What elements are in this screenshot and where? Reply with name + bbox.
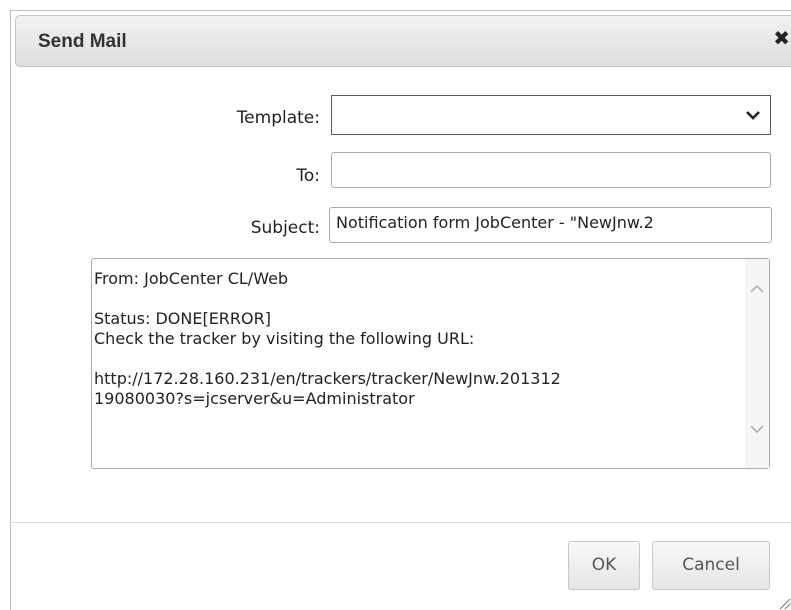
message-body-text: From: JobCenter CL/Web Status: DONE[ERRO… [94, 269, 754, 409]
dialog-titlebar[interactable]: Send Mail ✖ [15, 15, 791, 67]
footer-divider [11, 522, 791, 523]
body-line: 19080030?s=jcserver&u=Administrator [94, 389, 415, 408]
resize-grip-icon[interactable] [775, 594, 791, 610]
dialog-title: Send Mail [38, 31, 127, 52]
subject-field-value: Notification form JobCenter - "NewJnw.2 [336, 213, 654, 232]
chevron-down-icon [746, 111, 760, 120]
ok-button[interactable]: OK [568, 541, 640, 590]
body-line: Check the tracker by visiting the follow… [94, 329, 475, 348]
to-field[interactable] [331, 152, 771, 188]
send-mail-dialog: Send Mail ✖ Template: To: Subject: Notif… [10, 10, 791, 610]
subject-field[interactable]: Notification form JobCenter - "NewJnw.2 [329, 207, 772, 243]
body-scrollbar[interactable] [745, 259, 769, 468]
to-label: To: [296, 166, 320, 186]
chevron-down-icon[interactable] [749, 421, 765, 437]
message-body-textarea[interactable]: From: JobCenter CL/Web Status: DONE[ERRO… [91, 258, 770, 469]
cancel-button[interactable]: Cancel [652, 541, 770, 590]
body-line: From: JobCenter CL/Web [94, 269, 289, 288]
body-line: Status: DONE[ERROR] [94, 309, 271, 328]
template-select[interactable] [331, 95, 771, 135]
subject-label: Subject: [250, 218, 320, 238]
chevron-up-icon[interactable] [749, 281, 765, 297]
close-icon[interactable]: ✖ [773, 28, 790, 48]
body-line: http://172.28.160.231/en/trackers/tracke… [94, 369, 561, 388]
template-label: Template: [236, 108, 320, 128]
